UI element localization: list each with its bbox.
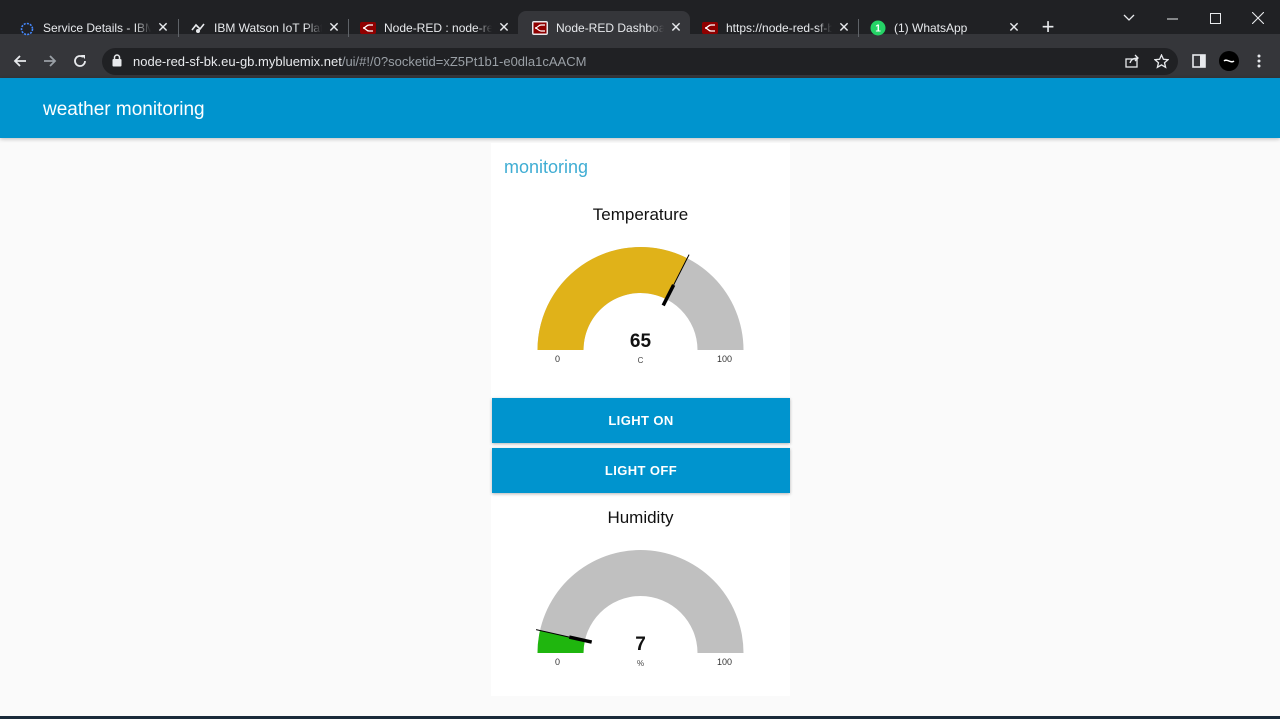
dashboard-toolbar: weather monitoring bbox=[0, 78, 1280, 138]
back-icon[interactable] bbox=[8, 49, 32, 73]
humidity-gauge: 7 % 0 100 bbox=[535, 550, 744, 668]
url-host: node-red-sf-bk.eu-gb.mybluemix.net bbox=[133, 54, 342, 69]
temperature-value: 65 bbox=[630, 331, 652, 352]
temperature-gauge-title: Temperature bbox=[592, 205, 689, 224]
tab-whatsapp[interactable]: 1 (1) WhatsApp ✕ bbox=[856, 11, 1028, 44]
humidity-min-label: 0 bbox=[555, 657, 560, 667]
light-on-button[interactable]: LIGHT ON bbox=[492, 398, 790, 443]
close-tab-icon[interactable]: ✕ bbox=[155, 19, 171, 36]
browser-menu-icon[interactable] bbox=[1247, 49, 1271, 73]
humidity-value: 7 bbox=[635, 634, 646, 655]
tab-title: (1) WhatsApp bbox=[894, 20, 968, 35]
minimize-icon[interactable] bbox=[1157, 6, 1187, 30]
browser-toolbar: node-red-sf-bk.eu-gb.mybluemix.net/ui/#!… bbox=[0, 44, 1280, 78]
node-red-icon bbox=[702, 20, 718, 36]
tab-service-details[interactable]: Service Details - IBM Cloud ✕ bbox=[5, 11, 177, 44]
close-tab-icon[interactable]: ✕ bbox=[1006, 19, 1022, 36]
whatsapp-badge: 1 bbox=[875, 23, 881, 34]
close-tab-icon[interactable]: ✕ bbox=[496, 19, 512, 36]
page-title: weather monitoring bbox=[43, 99, 205, 120]
bookmark-star-icon[interactable] bbox=[1149, 49, 1173, 73]
watson-iot-icon bbox=[190, 20, 206, 36]
humidity-max-label: 100 bbox=[717, 657, 732, 667]
tab-watson-iot[interactable]: IBM Watson IoT Platform ✕ bbox=[176, 11, 348, 44]
avatar bbox=[1219, 51, 1239, 71]
reload-icon[interactable] bbox=[68, 49, 92, 73]
forward-icon[interactable] bbox=[38, 49, 62, 73]
tab-node-red-url[interactable]: https://node-red-sf-bk.eu-gb ✕ bbox=[688, 11, 858, 44]
close-tab-icon[interactable]: ✕ bbox=[326, 19, 342, 36]
url-path: /ui/#!/0?socketid=xZ5Pt1b1-e0dla1cAACM bbox=[341, 54, 587, 69]
group-title: monitoring bbox=[504, 157, 589, 177]
tab-search-icon[interactable] bbox=[1114, 6, 1144, 30]
address-bar[interactable]: node-red-sf-bk.eu-gb.mybluemix.net/ui/#!… bbox=[102, 48, 1178, 75]
temperature-gauge: 65 C 0 100 bbox=[537, 247, 744, 365]
temperature-max-label: 100 bbox=[717, 354, 732, 364]
close-tab-icon[interactable]: ✕ bbox=[668, 19, 684, 36]
close-tab-icon[interactable]: ✕ bbox=[836, 19, 852, 36]
temperature-units: C bbox=[638, 356, 644, 365]
lock-icon[interactable] bbox=[112, 54, 122, 72]
url-text: node-red-sf-bk.eu-gb.mybluemix.net/ui/#!… bbox=[133, 54, 586, 69]
tab-title: Node-RED Dashboard bbox=[556, 20, 664, 35]
share-icon[interactable] bbox=[1120, 49, 1144, 73]
whatsapp-icon: 1 bbox=[870, 20, 886, 36]
node-red-dashboard-icon bbox=[532, 20, 548, 36]
tab-title: IBM Watson IoT Platform bbox=[214, 20, 322, 35]
node-red-icon bbox=[360, 20, 376, 36]
side-panel-icon[interactable] bbox=[1187, 49, 1211, 73]
temperature-min-label: 0 bbox=[555, 354, 560, 364]
humidity-gauge-title: Humidity bbox=[607, 508, 674, 527]
tab-title: Node-RED : node-red-sf-bk bbox=[384, 20, 492, 35]
light-off-button[interactable]: LIGHT OFF bbox=[492, 448, 790, 493]
tab-node-red-editor[interactable]: Node-RED : node-red-sf-bk ✕ bbox=[346, 11, 518, 44]
profile-avatar[interactable] bbox=[1217, 49, 1241, 73]
new-tab-button[interactable]: + bbox=[1038, 16, 1058, 38]
close-window-icon[interactable] bbox=[1243, 6, 1273, 30]
tab-title: https://node-red-sf-bk.eu-gb bbox=[726, 20, 832, 35]
tab-title: Service Details - IBM Cloud bbox=[43, 20, 151, 35]
tab-node-red-dashboard[interactable]: Node-RED Dashboard ✕ bbox=[518, 11, 690, 44]
maximize-icon[interactable] bbox=[1200, 6, 1230, 30]
humidity-units: % bbox=[637, 659, 644, 668]
browser-tab-strip: Service Details - IBM Cloud ✕ IBM Watson… bbox=[0, 0, 1280, 44]
ibm-cloud-icon bbox=[19, 20, 35, 36]
